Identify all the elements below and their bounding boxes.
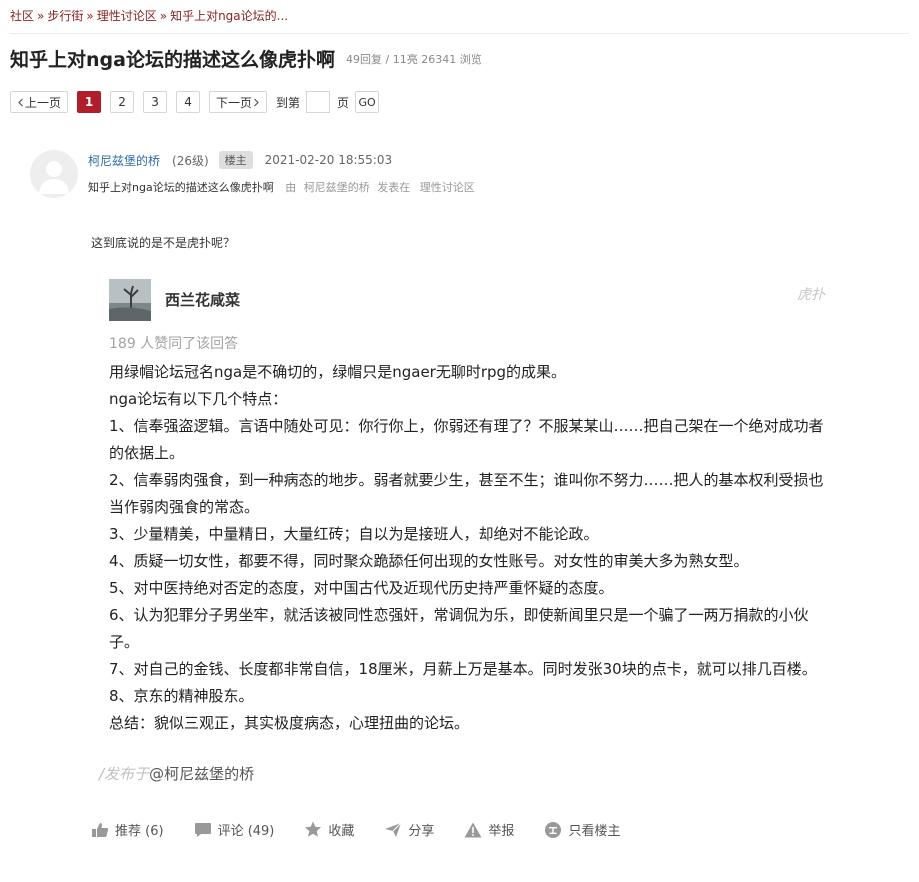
embed-likes-count: 189 人赞同了该回答 bbox=[109, 336, 239, 352]
favorite-label: 收藏 bbox=[328, 824, 355, 839]
embed-line: 3、少量精美，中量精日，大量红砖；自以为是接班人，却绝对不能论政。 bbox=[109, 525, 599, 543]
share-send-icon bbox=[385, 822, 402, 837]
divider bbox=[10, 33, 909, 34]
author-name-link[interactable]: 柯尼兹堡的桥 bbox=[88, 152, 160, 169]
pagination: 上一页 1 2 3 4 下一页 到第 页 GO bbox=[10, 91, 380, 113]
embed-answer-text: 用绿帽论坛冠名nga是不确切的，绿帽只是ngaer无聊时rpg的成果。 nga论… bbox=[109, 359, 837, 737]
page-number-input[interactable] bbox=[306, 91, 331, 113]
chevron-left-icon bbox=[18, 98, 23, 106]
thumbs-up-icon bbox=[92, 822, 109, 837]
page-2-button[interactable]: 2 bbox=[110, 91, 135, 113]
embed-line: 1、信奉强盗逻辑。言语中随处可见：你行你上，你弱还有理了？不服某某山……把自己架… bbox=[109, 417, 824, 462]
author-level: (26级) bbox=[172, 153, 209, 168]
star-icon bbox=[305, 821, 322, 837]
comment-icon bbox=[194, 822, 211, 837]
report-label: 举报 bbox=[488, 824, 515, 839]
embed-line: 2、信奉弱肉强食，到一种病态的地步。弱者就要少生，甚至不生；谁叫你不努力……把人… bbox=[109, 471, 824, 516]
share-label: 分享 bbox=[408, 824, 435, 839]
page-3-button[interactable]: 3 bbox=[143, 91, 168, 113]
sub-author-link[interactable]: 柯尼兹堡的桥 bbox=[304, 181, 370, 194]
embed-line: 5、对中医持绝对否定的态度，对中国古代及近现代历史持严重怀疑的态度。 bbox=[109, 579, 614, 597]
embed-line: 7、对自己的金钱、长度都非常自信，18厘米，月薪上万是基本。同时发张30块的点卡… bbox=[109, 660, 817, 678]
favorite-button[interactable]: 收藏 bbox=[304, 820, 354, 839]
avatar[interactable] bbox=[30, 150, 78, 198]
post-action-bar: 推荐 (6) 评论 (49) 收藏 分享 举报 只看楼主 bbox=[91, 820, 620, 839]
prev-page-button[interactable]: 上一页 bbox=[10, 91, 69, 113]
breadcrumb-community[interactable]: 社区 bbox=[10, 9, 34, 23]
embed-line: nga论坛有以下几个特点： bbox=[109, 390, 288, 408]
landscape-avatar-icon bbox=[109, 279, 151, 321]
goto-label: 到第 bbox=[276, 95, 301, 110]
breadcrumb-separator: » bbox=[86, 9, 94, 23]
prev-page-label: 上一页 bbox=[25, 95, 62, 110]
only-op-label: 只看楼主 bbox=[568, 824, 621, 839]
next-page-label: 下一页 bbox=[216, 95, 253, 110]
page-unit-label: 页 bbox=[337, 95, 350, 110]
by-label: 由 bbox=[285, 181, 297, 194]
embed-line: 8、京东的精神股东。 bbox=[109, 687, 254, 705]
next-page-button[interactable]: 下一页 bbox=[209, 91, 268, 113]
comment-label: 评论 (49) bbox=[217, 824, 275, 839]
embed-username: 西兰花咸菜 bbox=[165, 291, 241, 309]
post-time: 2021-02-20 18:55:03 bbox=[264, 153, 393, 167]
page-1-button[interactable]: 1 bbox=[77, 91, 102, 113]
op-badge-icon bbox=[545, 821, 562, 838]
page-title: 知乎上对nga论坛的描述这么像虎扑啊 bbox=[10, 49, 335, 71]
breadcrumb: 社区» 步行街» 理性讨论区» 知乎上对nga论坛的... bbox=[10, 7, 288, 24]
page-4-button[interactable]: 4 bbox=[176, 91, 201, 113]
embedded-screenshot[interactable]: 西兰花咸菜 虎扑 189 人赞同了该回答 用绿帽论坛冠名nga是不确切的，绿帽只… bbox=[99, 266, 844, 786]
op-badge: 楼主 bbox=[218, 151, 253, 169]
default-avatar-icon bbox=[39, 161, 69, 194]
embed-line: 6、认为犯罪分子男坐牢，就活该被同性恋强奸，常调侃为乐，即使新闻里只是一个骗了一… bbox=[109, 606, 809, 651]
post-subline: 知乎上对nga论坛的描述这么像虎扑啊 由 柯尼兹堡的桥 发表在 理性讨论区 bbox=[88, 179, 475, 195]
recommend-button[interactable]: 推荐 (6) bbox=[91, 820, 164, 839]
comment-button[interactable]: 评论 (49) bbox=[194, 820, 275, 839]
breadcrumb-separator: » bbox=[159, 9, 168, 23]
post-subtitle: 知乎上对nga论坛的描述这么像虎扑啊 bbox=[88, 181, 274, 194]
title-row: 知乎上对nga论坛的描述这么像虎扑啊 49回复 / 11亮 26341 浏览 bbox=[10, 45, 482, 72]
embed-user-avatar bbox=[109, 279, 151, 321]
embed-line: 4、质疑一切女性，都要不得，同时聚众跪舔任何出现的女性账号。对女性的审美大多为熟… bbox=[109, 552, 749, 570]
post-body-text: 这到底说的是不是虎扑呢？ bbox=[91, 236, 236, 250]
hupu-watermark: 虎扑 bbox=[797, 287, 825, 303]
breadcrumb-pedestrian-street[interactable]: 步行街 bbox=[47, 9, 83, 23]
thread-stats: 49回复 / 11亮 26341 浏览 bbox=[346, 52, 482, 66]
chevron-right-icon bbox=[254, 98, 259, 106]
embed-line: 用绿帽论坛冠名nga是不确切的，绿帽只是ngaer无聊时rpg的成果。 bbox=[109, 363, 567, 381]
breadcrumb-current-thread[interactable]: 知乎上对nga论坛的... bbox=[170, 9, 288, 23]
author-line: 柯尼兹堡的桥 (26级) 楼主 2021-02-20 18:55:03 bbox=[88, 151, 392, 169]
watermark-user: @柯尼兹堡的桥 bbox=[149, 765, 255, 783]
watermark-faint-text: /发布于 bbox=[99, 765, 150, 783]
recommend-label: 推荐 (6) bbox=[115, 824, 164, 839]
breadcrumb-rational-discussion[interactable]: 理性讨论区 bbox=[97, 9, 157, 23]
go-button[interactable]: GO bbox=[355, 91, 380, 113]
only-op-button[interactable]: 只看楼主 bbox=[544, 820, 620, 839]
report-button[interactable]: 举报 bbox=[464, 820, 514, 839]
share-button[interactable]: 分享 bbox=[384, 820, 434, 839]
warning-icon bbox=[464, 822, 482, 837]
posted-in-label: 发表在 bbox=[377, 181, 411, 194]
embed-line: 总结：貌似三观正，其实极度病态，心理扭曲的论坛。 bbox=[109, 714, 470, 732]
breadcrumb-separator: » bbox=[37, 9, 45, 23]
embed-author-watermark: /发布于@柯尼兹堡的桥 bbox=[99, 763, 254, 784]
board-link[interactable]: 理性讨论区 bbox=[420, 181, 475, 194]
